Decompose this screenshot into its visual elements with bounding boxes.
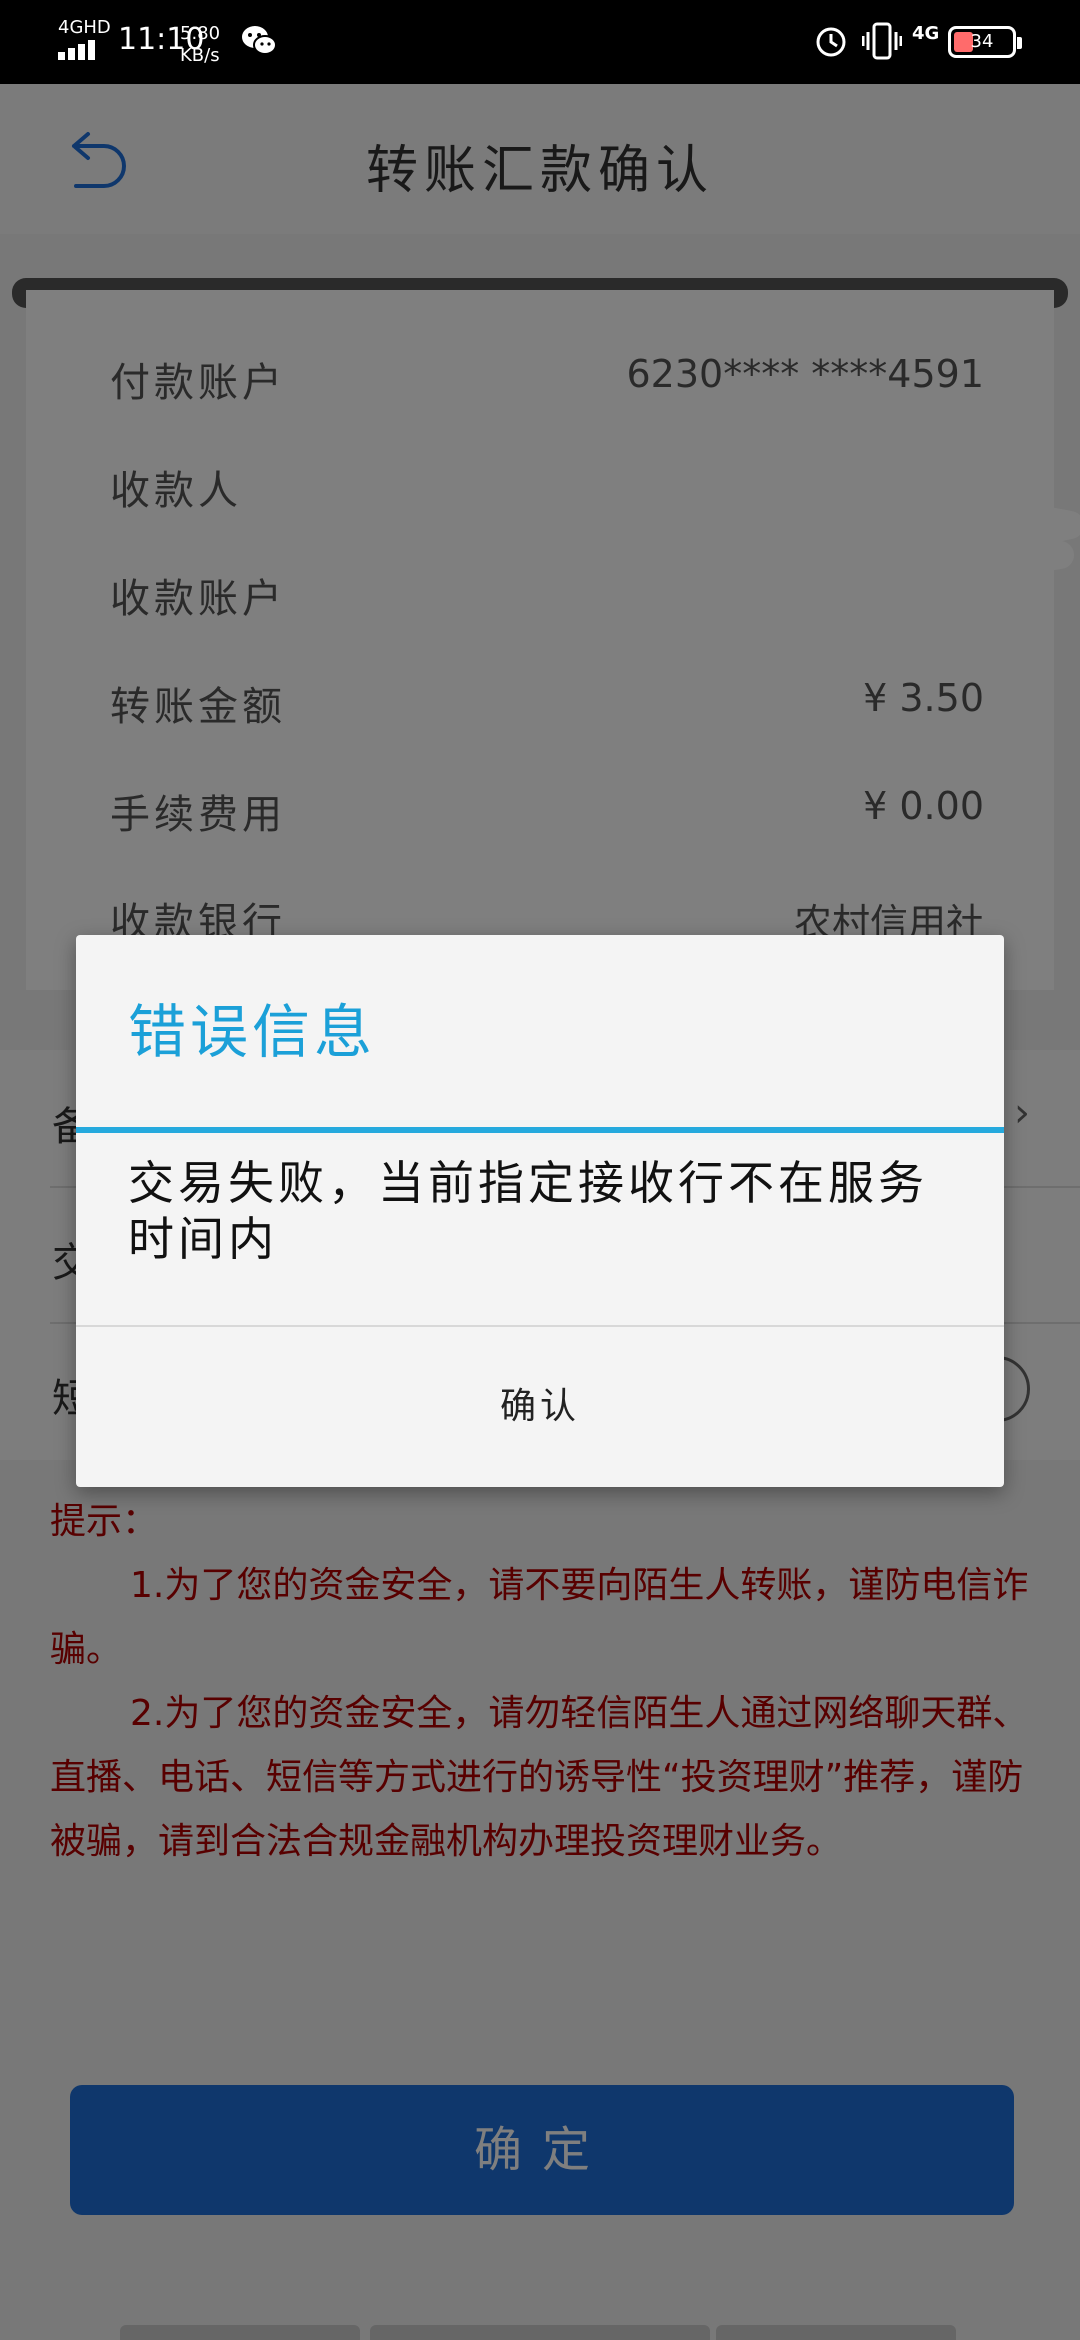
network-type: 4GHD [58, 17, 111, 38]
net-speed-value: 5.80 [180, 23, 221, 44]
alarm-icon [816, 27, 846, 57]
error-dialog: 错误信息 交易失败，当前指定接收行不在服务时间内 确认 [76, 935, 1004, 1487]
signal-icon [58, 40, 95, 60]
dialog-title-rule [76, 1127, 1004, 1133]
mobile-data-label: 4G [912, 23, 940, 44]
status-bar: 4GHD 11:10 5.80 KB/s 4G 34 [0, 0, 1080, 84]
wechat-icon [242, 26, 277, 55]
net-speed-unit: KB/s [180, 45, 220, 66]
dialog-message: 交易失败，当前指定接收行不在服务时间内 [128, 1156, 928, 1266]
dialog-confirm-button[interactable]: 确认 [76, 1327, 1004, 1487]
battery-icon: 34 [948, 26, 1022, 58]
battery-level: 34 [970, 31, 994, 52]
vibrate-icon [862, 22, 902, 60]
dialog-title: 错误信息 [128, 998, 377, 1066]
